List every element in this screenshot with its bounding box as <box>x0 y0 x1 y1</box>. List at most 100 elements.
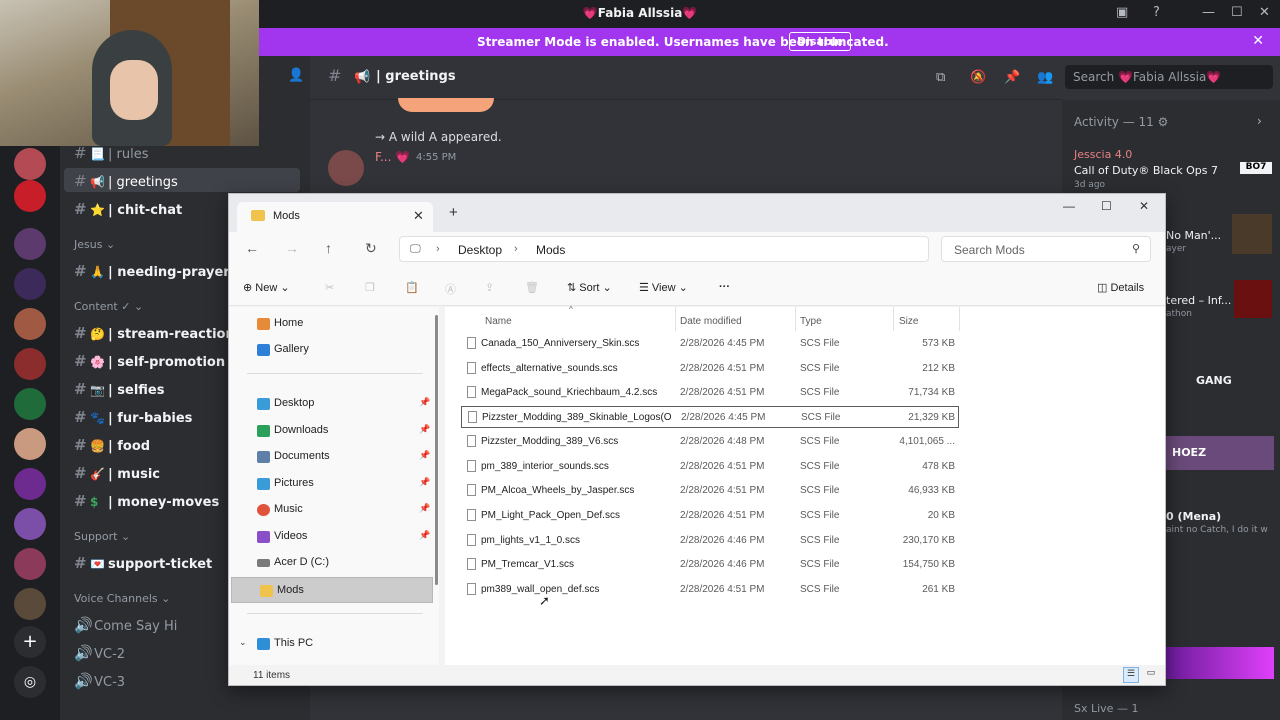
pin-icon[interactable]: 📌 <box>1004 70 1020 85</box>
server-icon[interactable] <box>14 308 46 340</box>
sidebar-scrollbar[interactable] <box>435 315 438 585</box>
nav-videos[interactable]: Videos 📌 <box>229 524 431 550</box>
notification-muted-icon[interactable]: 🔕 <box>970 70 986 85</box>
category-support[interactable]: Support ⌄ <box>74 530 130 543</box>
share-icon[interactable]: ⇪ <box>485 281 494 294</box>
file-row[interactable]: pm_389_interior_sounds.scs 2/28/2026 4:51… <box>461 456 958 478</box>
server-icon[interactable] <box>14 388 46 420</box>
address-bar[interactable]: 🖵 › Desktop › Mods <box>399 236 929 262</box>
up-icon[interactable]: ↑ <box>325 240 332 256</box>
channel-food[interactable]: # 🍔 | food <box>74 436 150 460</box>
server-icon[interactable] <box>14 228 46 260</box>
sort-button[interactable]: ⇅ Sort ⌄ <box>567 281 612 294</box>
more-options-button[interactable]: ··· <box>719 281 730 293</box>
nav-this-pc[interactable]: ⌄ This PC <box>229 631 431 657</box>
channel-greetings[interactable]: # 📢 | greetings <box>64 168 300 192</box>
category-voice-channels[interactable]: Voice Channels ⌄ <box>74 592 170 605</box>
tiles-view-icon[interactable]: ▭ <box>1143 667 1159 683</box>
server-icon[interactable] <box>14 548 46 580</box>
refresh-icon[interactable]: ↻ <box>365 240 377 257</box>
voice-channel-come-say-hi[interactable]: 🔊 Come Say Hi <box>74 616 177 640</box>
channel-chit-chat[interactable]: # ⭐ | chit-chat <box>74 200 182 224</box>
inbox-icon[interactable]: ▣ <box>1116 5 1128 20</box>
file-row[interactable]: Pizzster_Modding_389_V6.scs 2/28/2026 4:4… <box>461 431 958 453</box>
file-row-selected[interactable]: Pizzster_Modding_389_Skinable_Logos(O...… <box>461 406 959 428</box>
channel-music[interactable]: # 🎸 | music <box>74 464 160 488</box>
nav-music[interactable]: Music 📌 <box>229 497 431 523</box>
details-view-icon[interactable]: ☰ <box>1123 667 1139 683</box>
nav-gallery[interactable]: Gallery <box>229 337 431 363</box>
nav-acer-drive[interactable]: Acer D (C:) <box>229 550 431 576</box>
server-icon[interactable] <box>14 348 46 380</box>
nav-pictures[interactable]: Pictures 📌 <box>229 471 431 497</box>
explore-icon[interactable]: ◎ <box>14 666 46 698</box>
server-icon[interactable] <box>14 468 46 500</box>
server-icon[interactable] <box>14 508 46 540</box>
category-content[interactable]: Content ✓ ⌄ <box>74 300 143 313</box>
breadcrumb-desktop[interactable]: Desktop <box>458 243 502 257</box>
activity-user[interactable]: Jesscia 4.0 <box>1074 148 1132 161</box>
file-row[interactable]: pm_lights_v1_1_0.scs 2/28/2026 4:46 PM SCS… <box>461 530 958 552</box>
file-row[interactable]: PM_Tremcar_V1.scs 2/28/2026 4:46 PM SCS Fi… <box>461 554 958 576</box>
file-row[interactable]: effects_alternative_sounds.scs 2/28/2026 … <box>461 358 958 380</box>
channel-selfies[interactable]: # 📷 | selfies <box>74 380 164 404</box>
channel-stream-reactions[interactable]: # 🤔 | stream-reactions <box>74 324 242 348</box>
forward-icon[interactable]: → <box>285 240 299 256</box>
channel-support-ticket[interactable]: # 💌 support-ticket <box>74 554 212 578</box>
discord-search-input[interactable]: Search 💗Fabia Allssia💗 <box>1065 65 1273 89</box>
help-icon[interactable]: ? <box>1153 5 1160 20</box>
voice-channel-vc-2[interactable]: 🔊 VC-2 <box>74 644 125 668</box>
delete-icon[interactable]: 🗑 <box>525 281 539 294</box>
close-icon[interactable]: ✕ <box>1259 5 1270 20</box>
nav-home[interactable]: Home <box>229 311 431 337</box>
column-name[interactable]: Name <box>485 316 512 327</box>
maximize-icon[interactable]: ☐ <box>1231 5 1243 20</box>
category-jesus[interactable]: Jesus ⌄ <box>74 238 115 251</box>
avatar[interactable] <box>328 150 364 186</box>
explorer-tab[interactable]: Mods ✕ <box>237 202 433 232</box>
column-size[interactable]: Size <box>899 316 918 327</box>
channel-fur-babies[interactable]: # 🐾 | fur-babies <box>74 408 192 432</box>
close-banner-icon[interactable]: ✕ <box>1252 33 1264 49</box>
copy-icon[interactable]: ❐ <box>365 281 375 294</box>
server-icon[interactable] <box>14 588 46 620</box>
threads-icon[interactable]: ⧉ <box>936 70 945 85</box>
nav-downloads[interactable]: Downloads 📌 <box>229 418 431 444</box>
paste-icon[interactable]: 📋 <box>405 281 419 294</box>
disable-streamer-button[interactable]: Disable <box>789 32 851 51</box>
minimize-icon[interactable]: — <box>1063 199 1075 213</box>
file-row[interactable]: PM_Light_Pack_Open_Def.scs 2/28/2026 4:51… <box>461 505 958 527</box>
view-button[interactable]: ☰ View ⌄ <box>639 281 688 294</box>
search-input[interactable]: Search Mods ⚲ <box>941 236 1151 262</box>
close-window-icon[interactable]: ✕ <box>1139 199 1149 213</box>
server-icon[interactable] <box>14 268 46 300</box>
server-icon[interactable] <box>14 180 46 212</box>
channel-self-promotion[interactable]: # 🌸 | self-promotion <box>74 352 225 376</box>
server-icon[interactable] <box>14 428 46 460</box>
friends-icon[interactable]: 👤 <box>288 68 304 83</box>
maximize-icon[interactable]: ☐ <box>1101 199 1112 213</box>
column-date-modified[interactable]: Date modified <box>680 316 742 327</box>
back-icon[interactable]: ← <box>245 240 259 256</box>
file-row[interactable]: pm389_wall_open_def.scs 2/28/2026 4:51 PM… <box>461 579 958 601</box>
close-tab-icon[interactable]: ✕ <box>413 208 424 224</box>
nav-mods[interactable]: Mods <box>231 577 433 603</box>
file-row[interactable]: PM_Alcoa_Wheels_by_Jasper.scs 2/28/2026 4… <box>461 480 958 502</box>
cut-icon[interactable]: ✂ <box>325 281 334 294</box>
file-row[interactable]: Canada_150_Anniversery_Skin.scs 2/28/2026… <box>461 333 958 355</box>
add-server-icon[interactable]: + <box>14 626 46 658</box>
file-row[interactable]: MegaPack_sound_Kriechbaum_4.2.scs 2/28/20… <box>461 382 958 404</box>
column-type[interactable]: Type <box>800 316 822 327</box>
new-tab-icon[interactable]: + <box>449 204 458 221</box>
nav-desktop[interactable]: Desktop 📌 <box>229 391 431 417</box>
breadcrumb-mods[interactable]: Mods <box>536 243 565 257</box>
new-button[interactable]: ⊕ New ⌄ <box>243 281 290 294</box>
rename-icon[interactable]: Ⓐ <box>445 281 456 297</box>
chevron-right-icon[interactable]: › <box>1257 114 1262 128</box>
member-list-icon[interactable]: 👥 <box>1037 70 1053 85</box>
message-author[interactable]: F... 💗 <box>375 150 410 164</box>
minimize-icon[interactable]: — <box>1202 5 1215 20</box>
channel-rules[interactable]: # 📃 | rules <box>74 144 148 168</box>
nav-documents[interactable]: Documents 📌 <box>229 444 431 470</box>
details-button[interactable]: ◫ Details <box>1097 281 1144 294</box>
